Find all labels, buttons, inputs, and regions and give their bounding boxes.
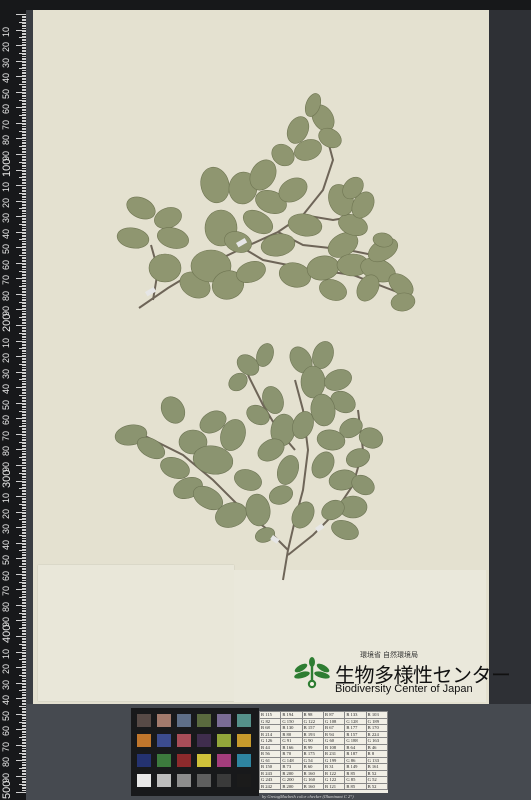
color-table-cell: B 121 [322,782,346,790]
color-swatch [217,754,231,767]
ruler-label: 30 [1,368,11,379]
color-swatch [197,774,211,787]
color-swatch [237,714,251,727]
top-ruler-strip [26,0,531,10]
color-swatch [197,754,211,767]
color-swatch [177,774,191,787]
color-card-caption: by GretagMacbeth color checker (Illumina… [262,794,354,799]
ruler-label: 50 [1,555,11,566]
ruler-label: 500 [1,780,13,799]
ruler-label: 80 [1,446,11,457]
color-swatch [157,714,171,727]
ruler-label: 200 [1,313,13,332]
color-swatch [237,754,251,767]
ruler-label: 10 [1,337,11,348]
color-table-cell: B 160 [301,782,324,790]
ruler-label: 40 [1,695,11,706]
color-swatch [157,734,171,747]
ruler-label: 60 [1,570,11,581]
ruler-label: 40 [1,228,11,239]
ruler-label: 70 [1,275,11,286]
ruler-label: 20 [1,664,11,675]
ruler-label: 30 [1,213,11,224]
ruler-label: 80 [1,135,11,146]
ruler-label: 100 [1,158,13,177]
color-swatch [217,714,231,727]
ruler-label: 50 [1,88,11,99]
ruler-label: 10 [1,493,11,504]
ruler-label: 10 [1,182,11,193]
ruler-label: 20 [1,197,11,208]
background-strip [489,10,531,704]
ruler-label: 50 [1,710,11,721]
color-table-cell: B 200 [280,782,303,790]
color-swatch [237,734,251,747]
ruler-label: 60 [1,415,11,426]
color-swatch [177,734,191,747]
color-swatch [237,774,251,787]
ruler-label: 50 [1,399,11,410]
ruler-label: 10 [1,26,11,37]
color-swatch [217,734,231,747]
upper-branch-leaves [116,93,416,312]
ruler-label: 50 [1,244,11,255]
color-swatch [137,714,151,727]
ruler-label: 80 [1,601,11,612]
ruler-label: 70 [1,741,11,752]
color-table-cell: B 52 [365,782,389,790]
ruler-label: 20 [1,508,11,519]
ruler-label: 300 [1,469,13,488]
ruler-label: 400 [1,624,13,643]
lower-branch-leaves [114,341,384,543]
color-swatch [197,734,211,747]
color-reference-table: R 115 R 194 R 98 R 87 R 133 R 103 G 82 G 150 G 1… [258,711,389,793]
ruler-label: 60 [1,259,11,270]
center-name-english: Biodiversity Center of Japan [335,683,473,695]
color-swatch [177,754,191,767]
color-swatch [197,714,211,727]
biodiversity-center-logo [294,657,330,689]
plant-specimen-image [114,93,416,581]
color-table-cell: B 85 [344,782,367,790]
ruler-tick [16,791,26,793]
ruler-label: 60 [1,726,11,737]
color-swatch [177,714,191,727]
institution-label: 環境省 自然環境局 生物多様性センター Biodiversity Center … [292,650,511,698]
measurement-ruler: 10 20 30 40 50 60 70 80 90 100 10 20 30 40 50 60 70 80 90 2… [0,0,26,800]
ruler-label: 40 [1,73,11,84]
ruler-label: 20 [1,42,11,53]
ruler-label: 40 [1,384,11,395]
ruler-label: 10 [1,648,11,659]
color-swatch [157,754,171,767]
ruler-label: 60 [1,104,11,115]
ruler-label: 70 [1,119,11,130]
ruler-label: 20 [1,353,11,364]
ruler-label: 80 [1,757,11,768]
color-swatch [157,774,171,787]
ruler-label: 80 [1,290,11,301]
ruler-label: 30 [1,57,11,68]
color-swatch [137,754,151,767]
ruler-label: 30 [1,524,11,535]
color-swatch [137,774,151,787]
color-swatch [217,774,231,787]
ruler-label: 30 [1,679,11,690]
ruler-label: 70 [1,586,11,597]
color-swatch [137,734,151,747]
ruler-label: 40 [1,539,11,550]
ruler-label: 70 [1,430,11,441]
color-table-row: B 242 B 200 B 160 B 121 B 85 B 52 [258,782,389,790]
color-checker-card [131,708,259,796]
color-table-cell: B 242 [258,782,282,790]
